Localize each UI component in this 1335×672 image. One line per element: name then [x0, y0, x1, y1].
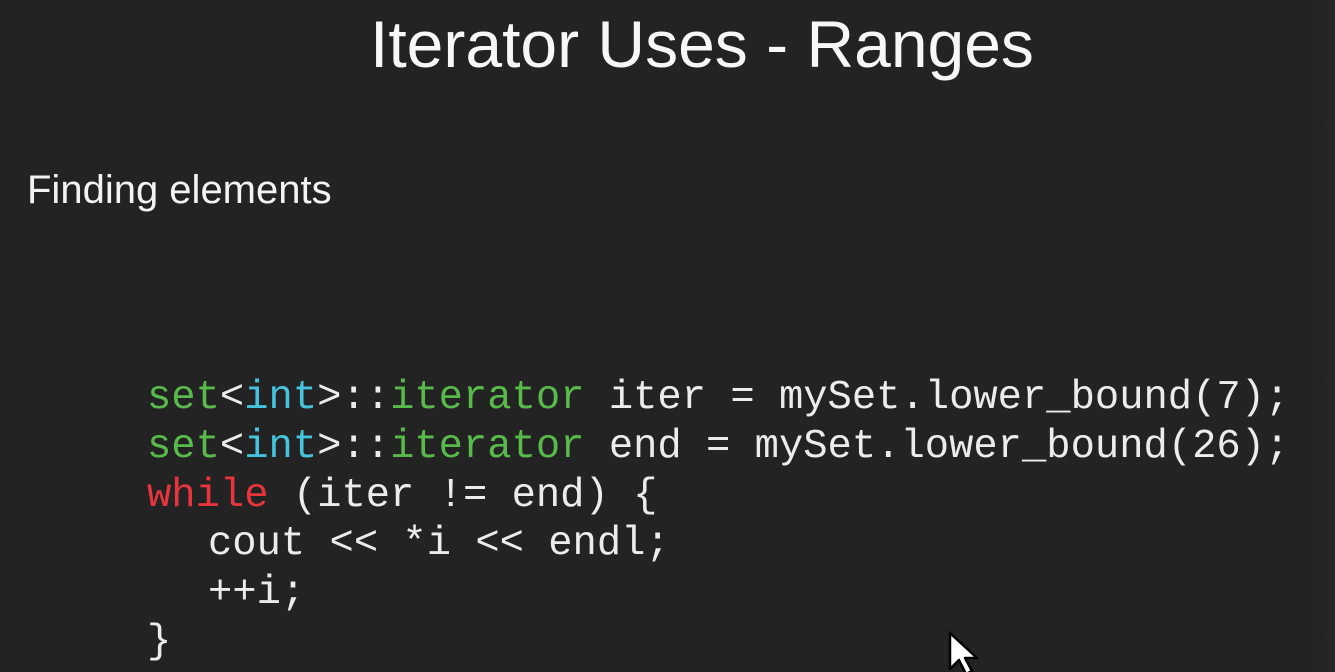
code-line-6: }: [147, 618, 1289, 667]
code-line-4: cout << *i << endl;: [147, 520, 1289, 569]
code-token-iterator: iterator: [390, 423, 585, 470]
code-token-statement: ++i;: [208, 570, 306, 617]
code-token-rest: end = mySet.lower_bound(26);: [584, 423, 1290, 470]
code-token-statement: cout << *i << endl;: [208, 521, 670, 568]
code-token-type: set: [147, 375, 220, 421]
code-block: set<int>::iterator iter = mySet.lower_bo…: [147, 374, 1289, 667]
code-token-type: set: [147, 423, 220, 470]
code-token-rest: iter = mySet.lower_bound(7);: [584, 375, 1290, 421]
code-token-brace: }: [147, 618, 172, 665]
slide-title: Iterator Uses - Ranges: [370, 7, 1034, 81]
slide-subtitle: Finding elements: [27, 168, 332, 212]
code-token-while: while: [147, 472, 269, 519]
code-token-punct: >::: [317, 375, 391, 421]
code-token-int: int: [244, 423, 318, 470]
slide-edge: [1313, 0, 1335, 672]
code-token-iterator: iterator: [390, 375, 585, 421]
code-token-punct: >::: [317, 423, 391, 470]
mouse-pointer-icon: [948, 631, 979, 672]
code-token-punct: <: [219, 423, 245, 470]
code-line-3: while (iter != end) {: [147, 472, 1289, 521]
code-token-rest: (iter != end) {: [268, 472, 658, 519]
code-token-int: int: [244, 375, 318, 421]
slide: Iterator Uses - Ranges Finding elements …: [0, 0, 1335, 672]
code-line-2: set<int>::iterator end = mySet.lower_bou…: [147, 423, 1289, 472]
code-line-1: set<int>::iterator iter = mySet.lower_bo…: [147, 374, 1289, 423]
code-line-5: ++i;: [147, 569, 1289, 618]
code-token-punct: <: [219, 375, 245, 421]
